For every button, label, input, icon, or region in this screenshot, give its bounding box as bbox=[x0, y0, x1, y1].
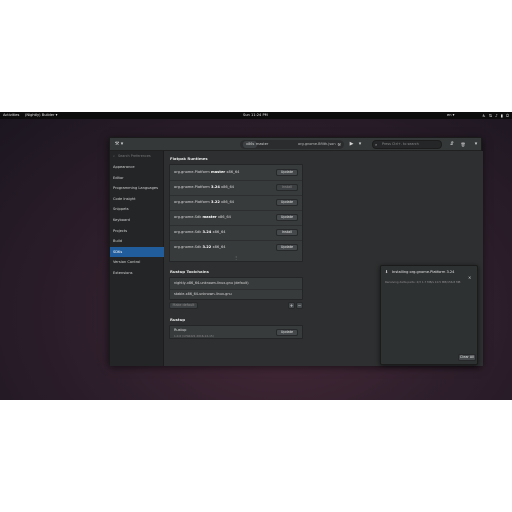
sidebar-item-appearance[interactable]: Appearance bbox=[110, 162, 164, 172]
sidebar-item-editor[interactable]: Editor bbox=[110, 173, 164, 183]
update-button[interactable]: Update bbox=[276, 244, 298, 251]
system-tray[interactable]: ♿ ⇅ ♪ ▮ ⏻ bbox=[482, 112, 509, 119]
language-indicator[interactable]: en ▾ bbox=[447, 112, 454, 119]
clear-all-button[interactable]: Clear All bbox=[458, 354, 476, 361]
list-item[interactable]: org.gnome.Platform 3.24 x86_64 Install bbox=[170, 180, 302, 195]
run-icon[interactable]: ▶ bbox=[348, 140, 355, 149]
list-item[interactable]: org.gnome.Sdk 3.22 x86_64 Update bbox=[170, 240, 302, 255]
rustup-name: Rustup bbox=[174, 328, 187, 332]
update-button[interactable]: Update bbox=[276, 199, 298, 206]
global-search-input[interactable]: ⌕ Press Ctrl+. to search bbox=[372, 140, 442, 149]
download-icon: ⬇ bbox=[385, 269, 389, 274]
window-menu-chevron-icon[interactable]: ▾ bbox=[472, 140, 480, 149]
sidebar-item-projects[interactable]: Projects bbox=[110, 226, 164, 236]
update-button[interactable]: Update bbox=[276, 214, 298, 221]
rustup-heading: Rustup bbox=[170, 317, 186, 322]
sidebar-item-snippets[interactable]: Snippets bbox=[110, 204, 164, 214]
transfers-popover: ⬇ Installing org.gnome.Platform 3.24 Rec… bbox=[380, 265, 478, 365]
install-button[interactable]: Install bbox=[276, 229, 298, 236]
build-target-pill[interactable]: x86s master org.gnome.Bfilth.json ⚒ bbox=[240, 140, 344, 149]
list-item[interactable]: nightly-x86_64-unknown-linux-gnu (defaul… bbox=[170, 278, 302, 289]
activities-button[interactable]: Activities bbox=[3, 112, 19, 119]
remove-toolchain-button[interactable]: − bbox=[296, 302, 303, 309]
app-menu-button[interactable]: (Nightly) Builder ▾ bbox=[25, 112, 57, 119]
desktop: Activities (Nightly) Builder ▾ Sun 11:24… bbox=[0, 112, 512, 400]
list-item[interactable]: org.gnome.Sdk master x86_64 Update bbox=[170, 210, 302, 225]
run-menu-chevron-icon[interactable]: ▾ bbox=[357, 140, 363, 149]
transfer-status: Receiving delta parts: 2/3 1.7 MB/s 10.5… bbox=[385, 280, 461, 284]
toolchains-list: nightly-x86_64-unknown-linux-gnu (defaul… bbox=[169, 277, 303, 300]
sidebar-item-extensions[interactable]: Extensions bbox=[110, 268, 164, 278]
list-item[interactable]: org.gnome.Platform master x86_64 Update bbox=[170, 165, 302, 180]
flatpak-runtimes-heading: Flatpak Runtimes bbox=[170, 156, 208, 161]
panel-toggle-icon[interactable]: ⇵ bbox=[448, 140, 456, 149]
search-placeholder: Press Ctrl+. to search bbox=[382, 142, 419, 146]
list-item[interactable]: org.gnome.Platform 3.22 x86_64 Update bbox=[170, 195, 302, 210]
sidebar-item-keyboard[interactable]: Keyboard bbox=[110, 215, 164, 225]
branch-label: master bbox=[256, 142, 269, 146]
build-icon[interactable]: ⚒ bbox=[337, 140, 341, 149]
network-icon[interactable]: ⇅ bbox=[489, 112, 492, 119]
more-runtimes-icon[interactable]: ⋮ bbox=[170, 254, 302, 262]
update-button[interactable]: Update bbox=[276, 169, 298, 176]
rustup-update-button[interactable]: Update bbox=[276, 329, 298, 336]
header-bar: ⚒ ▾ x86s master org.gnome.Bfilth.json ⚒ … bbox=[110, 138, 481, 151]
sidebar-item-build[interactable]: Build bbox=[110, 236, 164, 246]
add-toolchain-button[interactable]: + bbox=[288, 302, 295, 309]
list-item[interactable]: org.gnome.Sdk 3.24 x86_64 Install bbox=[170, 225, 302, 240]
top-bar: Activities (Nightly) Builder ▾ Sun 11:24… bbox=[0, 112, 512, 119]
preferences-search-input[interactable]: ⌕ Search Preferences bbox=[112, 153, 162, 160]
sidebar-item-version-control[interactable]: Version Control bbox=[110, 257, 164, 267]
manifest-label: org.gnome.Bfilth.json bbox=[298, 142, 336, 146]
battery-icon[interactable]: ▮ bbox=[501, 112, 503, 119]
make-default-button[interactable]: Make default bbox=[169, 302, 198, 309]
flatpak-runtimes-list: org.gnome.Platform master x86_64 Update … bbox=[169, 164, 303, 262]
volume-icon[interactable]: ♪ bbox=[495, 112, 498, 119]
rustup-version: 1.0.0 (17b6d21 2016-12-15) bbox=[174, 333, 214, 338]
list-item[interactable]: stable-x86_64-unknown-linux-gnu bbox=[170, 289, 302, 300]
clock[interactable]: Sun 11:24 PM bbox=[243, 112, 268, 119]
rustup-toolchains-heading: Rustup Toolchains bbox=[170, 269, 209, 274]
power-icon[interactable]: ⏻ bbox=[506, 112, 509, 119]
trash-icon[interactable]: 🗑 bbox=[459, 140, 467, 149]
install-button[interactable]: Install bbox=[276, 184, 298, 191]
tools-menu-button[interactable]: ⚒ ▾ bbox=[113, 140, 125, 149]
transfer-title: Installing org.gnome.Platform 3.24 bbox=[392, 270, 455, 274]
search-icon: ⌕ bbox=[113, 154, 116, 158]
rustup-row: Rustup 1.0.0 (17b6d21 2016-12-15) Update bbox=[169, 325, 303, 339]
search-icon: ⌕ bbox=[375, 142, 378, 147]
sidebar-item-code-insight[interactable]: Code Insight bbox=[110, 194, 164, 204]
accessibility-icon[interactable]: ♿ bbox=[482, 112, 486, 119]
sidebar: ⌕ Search Preferences Appearance Editor P… bbox=[110, 151, 164, 366]
sidebar-item-sdks[interactable]: SDKs bbox=[110, 246, 164, 257]
sidebar-item-programming-languages[interactable]: Programming Languages bbox=[110, 183, 164, 193]
cancel-transfer-icon[interactable]: × bbox=[468, 275, 471, 280]
